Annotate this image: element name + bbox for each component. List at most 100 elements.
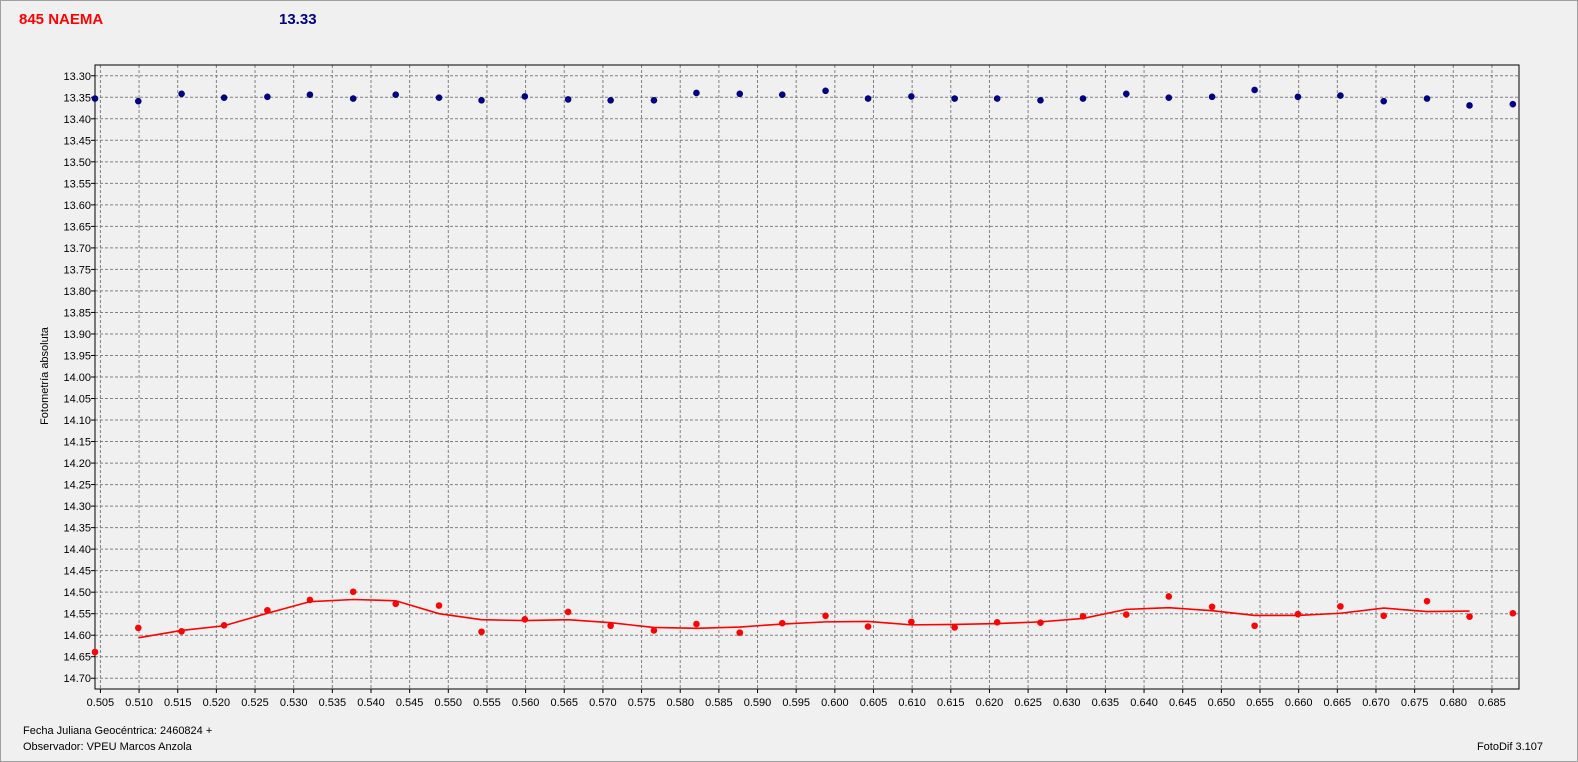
object-data-point [1466, 613, 1473, 621]
grid-lines [95, 65, 1519, 689]
comparison-star-point [736, 90, 744, 98]
x-tick-label: 0.535 [319, 697, 347, 709]
x-tick-label: 0.570 [589, 697, 617, 709]
object-data-point [693, 620, 700, 628]
y-tick-label: 13.65 [63, 221, 91, 233]
object-data-point [1337, 603, 1344, 610]
comparison-star-point [1337, 92, 1344, 99]
comparison-star-point [822, 87, 829, 95]
y-tick-label: 13.80 [63, 286, 91, 298]
y-tick-label: 14.45 [63, 566, 91, 578]
comparison-star-point [864, 95, 872, 102]
y-tick-label: 14.20 [63, 458, 91, 470]
comparison-star-point [349, 95, 357, 102]
y-tick-label: 14.00 [63, 372, 91, 384]
comparison-star-point [1509, 100, 1517, 108]
x-tick-label: 0.575 [628, 697, 656, 709]
y-tick-label: 14.15 [63, 437, 91, 449]
x-tick-label: 0.565 [550, 697, 578, 709]
comparison-star-point [564, 96, 572, 103]
x-tick-label: 0.670 [1362, 697, 1390, 709]
x-tick-label: 0.650 [1208, 697, 1236, 709]
x-tick-label: 0.555 [473, 697, 501, 709]
y-tick-label: 13.60 [63, 200, 91, 212]
x-tick-label: 0.530 [280, 697, 308, 709]
comparison-star-point [650, 96, 658, 104]
comparison-star-point [778, 91, 786, 98]
object-data-point [822, 612, 829, 620]
y-tick-label: 14.65 [63, 652, 91, 664]
x-tick-label: 0.590 [744, 697, 772, 709]
x-tick-label: 0.665 [1324, 697, 1352, 709]
julian-date-label: Fecha Juliana Geocéntrica: 2460824 + [23, 725, 213, 737]
y-tick-label: 13.40 [63, 114, 91, 126]
y-tick-label: 14.35 [63, 523, 91, 535]
x-tick-label: 0.615 [937, 697, 965, 709]
object-data-point [993, 618, 1001, 626]
observer-label: Observador: VPEU Marcos Anzola [23, 741, 192, 753]
x-tick-label: 0.600 [821, 697, 849, 709]
version-label: FotoDif 3.107 [1476, 741, 1543, 753]
x-tick-label: 0.505 [87, 697, 115, 709]
y-tick-label: 14.25 [63, 480, 91, 492]
comparison-star-point [178, 90, 185, 98]
comparison-star-point [1037, 96, 1044, 104]
y-tick-label: 13.90 [63, 329, 91, 341]
comparison-star-point [264, 93, 271, 101]
object-data-point [864, 623, 872, 630]
object-data-point [349, 588, 357, 596]
object-data-point [1380, 612, 1388, 620]
x-tick-label: 0.515 [164, 697, 192, 709]
comparison-star-point [521, 93, 529, 100]
comparison-star-point [392, 91, 400, 98]
x-axis-ticks: 0.505 0.510 0.515 0.520 0.525 0.530 0.535 0.540… [87, 689, 1506, 709]
y-tick-label: 13.85 [63, 307, 91, 319]
x-tick-label: 0.680 [1440, 697, 1468, 709]
comparison-star-point [607, 96, 614, 104]
x-tick-label: 0.585 [705, 697, 733, 709]
x-tick-label: 0.635 [1092, 697, 1120, 709]
chart-window: 845 NAEMA 13.33 Fotometría absoluta 13.3… [0, 0, 1578, 762]
comparison-star-point [1423, 95, 1431, 102]
x-tick-label: 0.545 [396, 697, 424, 709]
object-data-point [1122, 611, 1130, 618]
object-data-point [134, 624, 142, 632]
y-tick-label: 13.95 [63, 350, 91, 362]
x-tick-label: 0.540 [357, 697, 385, 709]
x-tick-label: 0.625 [1014, 697, 1042, 709]
comparison-star-point [1294, 93, 1302, 101]
comparison-star-point [993, 95, 1001, 102]
x-tick-label: 0.510 [125, 697, 153, 709]
x-tick-label: 0.675 [1401, 697, 1429, 709]
comparison-star-point [1079, 95, 1087, 102]
light-curve-chart: 13.30 13.35 13.40 13.45 13.50 13.55 13.60 13.65… [63, 64, 1520, 709]
object-data-point [521, 615, 529, 623]
x-tick-label: 0.640 [1130, 697, 1158, 709]
y-tick-label: 13.35 [63, 92, 91, 104]
comparison-star-point [693, 89, 700, 97]
comparison-star-point [134, 97, 142, 105]
y-tick-label: 14.55 [63, 609, 91, 621]
comparison-star-point [908, 93, 915, 100]
object-data-point [1509, 609, 1517, 617]
object-data-point [1208, 603, 1216, 611]
x-tick-label: 0.655 [1246, 697, 1274, 709]
x-tick-label: 0.605 [860, 697, 888, 709]
comparison-star-point [306, 91, 314, 98]
comparison-star-point [1122, 90, 1130, 98]
comparison-star-point [1380, 97, 1388, 105]
x-tick-label: 0.525 [241, 697, 269, 709]
y-tick-label: 14.30 [63, 501, 91, 513]
x-tick-label: 0.630 [1053, 697, 1081, 709]
x-tick-label: 0.595 [782, 697, 810, 709]
object-data-point [435, 602, 443, 609]
comparison-star-point [1251, 86, 1258, 94]
y-tick-label: 13.70 [63, 243, 91, 255]
x-tick-label: 0.520 [203, 697, 231, 709]
comparison-star-point [91, 95, 99, 102]
object-data-point [1165, 593, 1173, 600]
y-tick-label: 13.75 [63, 264, 91, 276]
y-tick-label: 14.60 [63, 630, 91, 642]
y-tick-label: 14.10 [63, 415, 91, 427]
comparison-star-point [435, 94, 443, 102]
